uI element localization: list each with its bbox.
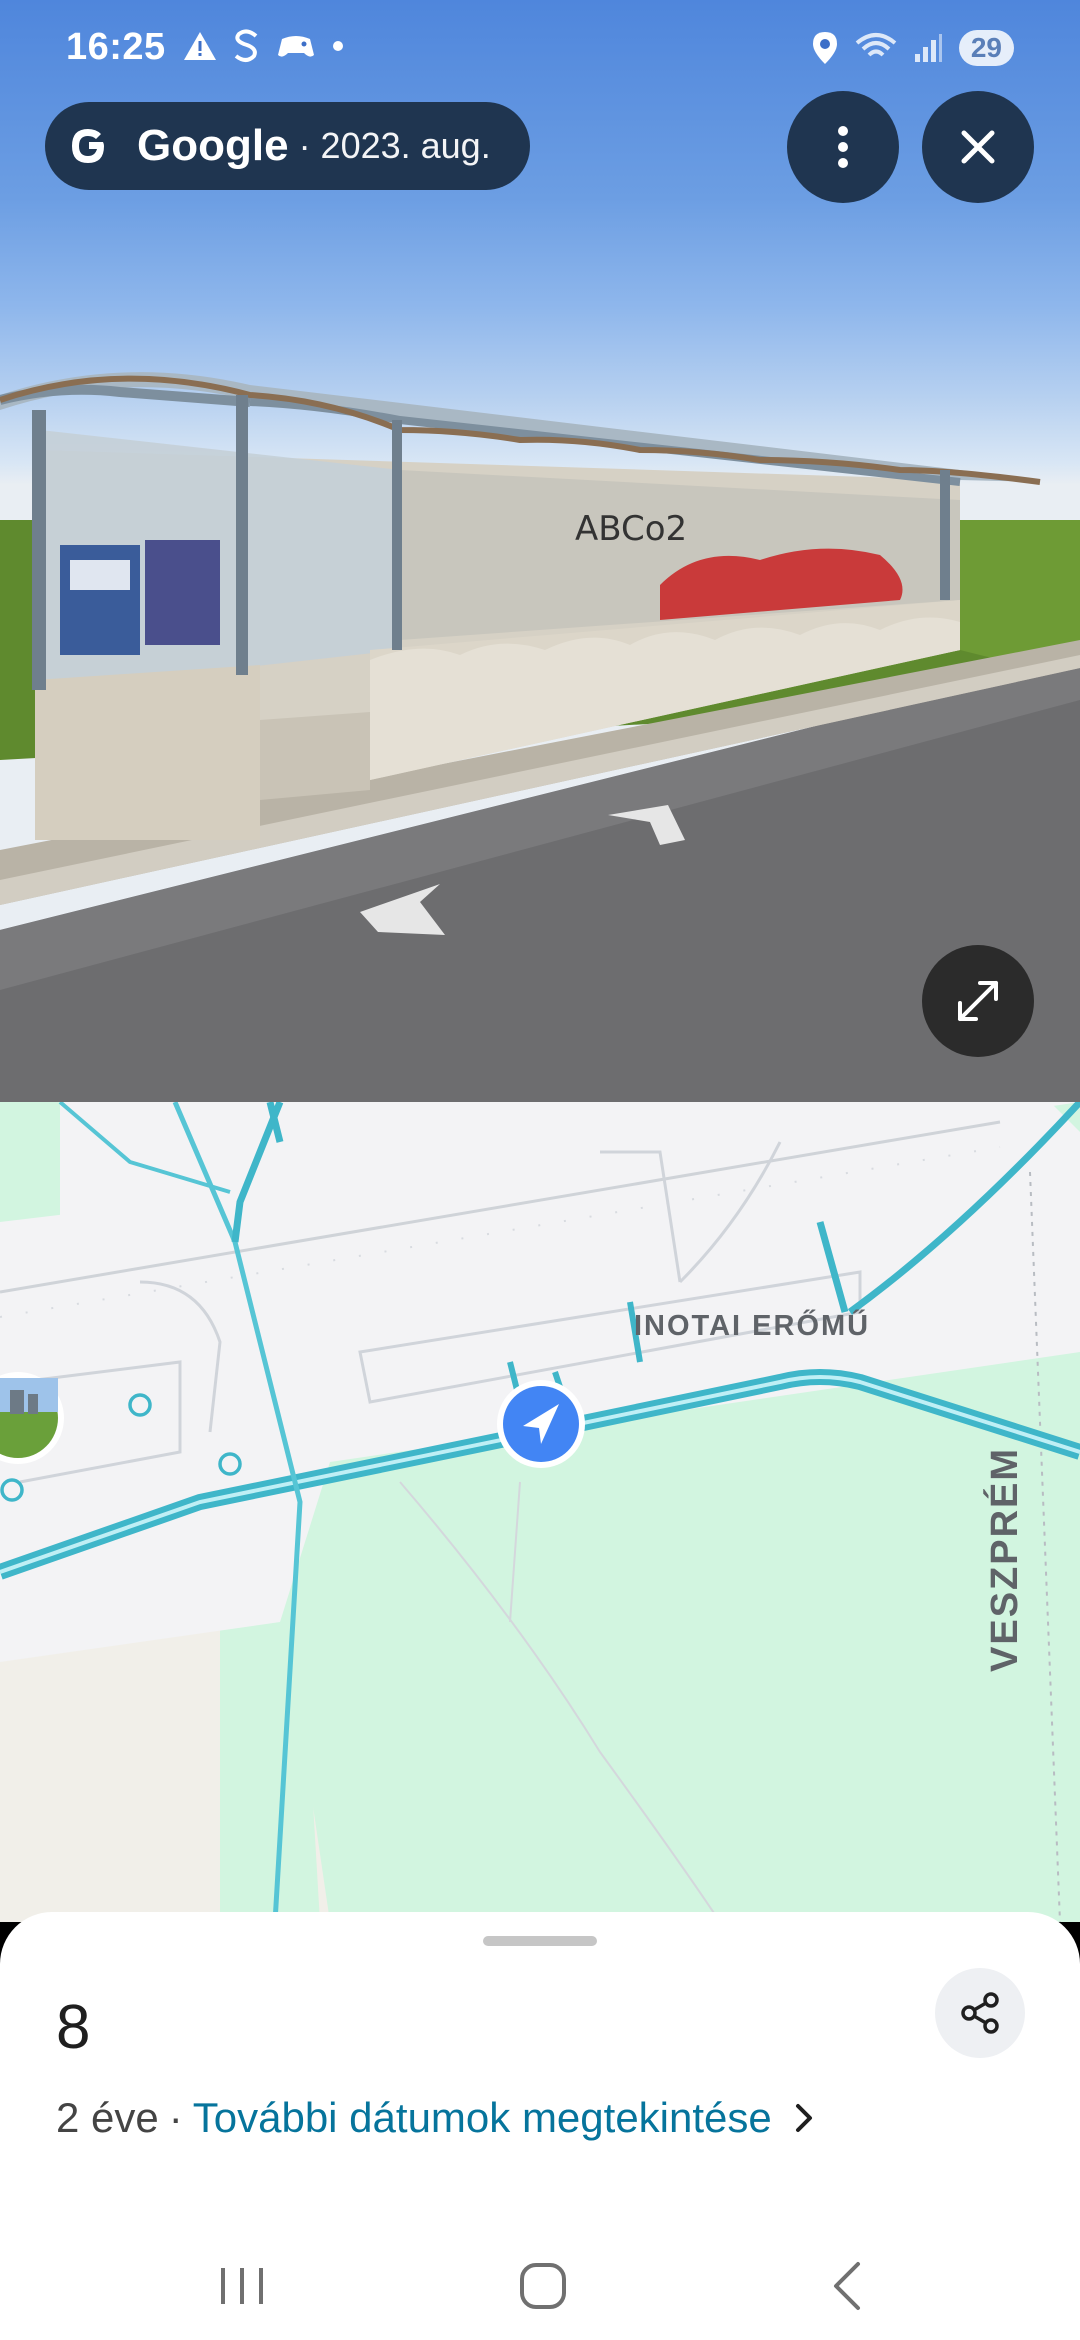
wifi-icon — [855, 33, 897, 57]
expand-icon — [958, 981, 998, 1021]
back-button[interactable] — [808, 2246, 888, 2326]
battery-level: 29 — [958, 30, 1014, 66]
map-canvas — [0, 1102, 1080, 1922]
signal-icon — [914, 34, 942, 62]
more-options-button[interactable] — [787, 91, 899, 203]
street-view-panorama[interactable]: ABCo2 16:25 29 Google · 2023. aug. — [0, 0, 1080, 1102]
svg-text:ABCo2: ABCo2 — [575, 509, 687, 549]
share-button[interactable] — [935, 1968, 1025, 2058]
more-dates-link[interactable]: További dátumok megtekintése — [193, 2094, 772, 2142]
fullscreen-button[interactable] — [922, 945, 1034, 1057]
status-bar: 16:25 29 — [0, 0, 1080, 100]
more-vert-icon — [838, 126, 848, 168]
share-icon — [961, 1992, 999, 2034]
google-brand-label: Google — [137, 121, 289, 170]
chevron-right-icon[interactable] — [794, 2102, 814, 2134]
place-title: 8 — [56, 1993, 91, 2062]
status-system-icons: 29 — [811, 30, 1014, 66]
meta-separator: · — [168, 2094, 183, 2141]
google-g-icon — [72, 129, 104, 163]
home-button[interactable] — [503, 2246, 583, 2326]
dot-icon — [333, 41, 343, 51]
map-label-veszprem: VESZPRÉM — [984, 1446, 1026, 1672]
recent-apps-button[interactable] — [202, 2246, 282, 2326]
current-location-marker[interactable] — [495, 1378, 587, 1470]
map-label-inotai: INOTAI ERŐMŰ — [634, 1310, 871, 1342]
imagery-meta-row: 2 éve · További dátumok megtekintése — [56, 2094, 814, 2142]
status-time: 16:25 — [66, 26, 166, 68]
s-icon — [234, 29, 258, 62]
back-icon — [834, 2262, 860, 2310]
drag-handle[interactable] — [483, 1936, 597, 1946]
controller-icon — [278, 36, 314, 57]
system-nav-bar — [0, 2220, 1080, 2340]
home-icon — [520, 2263, 566, 2309]
imagery-age: 2 éve — [56, 2094, 159, 2141]
status-notification-icons — [182, 28, 346, 64]
imagery-date: · 2023. aug. — [298, 125, 491, 166]
warning-icon — [184, 32, 216, 60]
close-button[interactable] — [922, 91, 1034, 203]
close-icon — [961, 130, 995, 164]
map-view[interactable]: INOTAI ERŐMŰ VESZPRÉM — [0, 1102, 1080, 1922]
imagery-date-pill[interactable]: Google · 2023. aug. — [45, 102, 530, 190]
location-icon — [812, 32, 837, 64]
recents-icon — [221, 2268, 263, 2304]
photo-thumbnail-marker[interactable] — [0, 1370, 66, 1466]
